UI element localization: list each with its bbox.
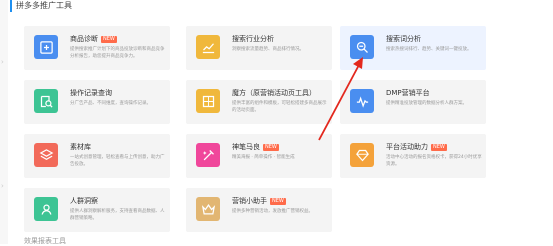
tool-card-title-text: 神笔马良: [232, 143, 260, 151]
tool-card-title: 搜索词分析: [386, 35, 421, 44]
tool-card-description: 提供搜索推广计划下的商品投放诊断和商品竞争分析报告，助您提升商品竞争力。: [70, 47, 165, 59]
new-badge: NEW: [431, 144, 447, 151]
tool-card[interactable]: 素材库一站式创意管理，轻松查看与上传创意，助力广告投放。: [24, 134, 170, 178]
trend-chart-icon: [196, 35, 220, 59]
new-badge: NEW: [101, 36, 117, 43]
left-rail: › ›: [0, 0, 8, 244]
tool-card-title: 搜索行业分析: [232, 35, 274, 44]
tool-card[interactable]: 平台活动助力 NEW 活动中心活动的报名资格权卡，获得24小时优享资源。: [340, 134, 486, 178]
diamond-icon: [350, 143, 374, 167]
rubik-cube-icon: [196, 89, 220, 113]
tool-card-description: 搜索热搜词排行、趋势、关键词一键投放。: [386, 47, 472, 52]
layers-icon: [34, 143, 58, 167]
tool-card-title-text: 操作记录查询: [70, 89, 112, 97]
new-badge: NEW: [270, 198, 286, 205]
tool-card-title-text: 营销小助手: [232, 197, 267, 205]
diagnosis-icon: [34, 35, 58, 59]
tool-card-description: 分广告产品、不同维度，查询操作记录。: [70, 101, 151, 106]
tool-card-title: 神笔马良 NEW: [232, 143, 279, 152]
tool-card-title-text: 搜索行业分析: [232, 35, 274, 43]
tool-card-title: 人群洞察: [70, 197, 98, 206]
tool-card-title-text: 素材库: [70, 143, 91, 151]
magic-brush-icon: [196, 143, 220, 167]
footer-text: 效果报表工具: [24, 237, 66, 245]
record-search-icon: [34, 89, 58, 113]
tool-card-description: 提供人群洞察解析服务，支持查看商品数据、人群营销策略。: [70, 209, 165, 221]
tool-card-title: 魔方（原营销活动页工具）: [232, 89, 316, 98]
tool-card-title: 操作记录查询: [70, 89, 112, 98]
tool-card[interactable]: 搜索行业分析洞察搜索流量趋势、商品排行情况。: [186, 26, 332, 70]
tool-card[interactable]: 营销小助手 NEW 提供多种营销活动，发放推广营销权益。: [186, 188, 332, 232]
tool-card-description: 提供精准投放管理的数据分析人群方案。: [386, 101, 467, 106]
new-badge: NEW: [263, 144, 279, 151]
tool-card-title-text: 商品诊断: [70, 35, 98, 43]
tool-card[interactable]: 神笔马良 NEW 精美海报 · 简单操作 · 智能生成: [186, 134, 332, 178]
tool-card-description: 一站式创意管理，轻松查看与上传创意，助力广告投放。: [70, 155, 165, 167]
tool-card-description: 活动中心活动的报名资格权卡，获得24小时优享资源。: [386, 155, 482, 167]
tool-card-title: DMP营销平台: [386, 89, 430, 98]
tool-card-title-text: 人群洞察: [70, 197, 98, 205]
chevron-right-icon[interactable]: ›: [1, 58, 4, 66]
tool-card-title-text: 平台活动助力: [386, 143, 428, 151]
tool-card-title: 素材库: [70, 143, 91, 152]
tool-card-description: 提供丰富的组件和模板，可轻松搭建多商品展示的活动页面。: [232, 101, 327, 113]
chevron-right-icon[interactable]: ›: [1, 182, 4, 190]
tool-card-title: 平台活动助力 NEW: [386, 143, 447, 152]
tool-card[interactable]: 搜索词分析搜索热搜词排行、趋势、关键词一键投放。: [340, 26, 486, 70]
tool-card-description: 精美海报 · 简单操作 · 智能生成: [232, 155, 295, 160]
tool-card-title: 商品诊断 NEW: [70, 35, 117, 44]
pulse-chart-icon: [350, 89, 374, 113]
person-insight-icon: [34, 197, 58, 221]
tool-card-title: 营销小助手 NEW: [232, 197, 286, 206]
section-title: 拼多多推广工具: [10, 0, 72, 12]
tool-card[interactable]: DMP营销平台提供精准投放管理的数据分析人群方案。: [340, 80, 486, 124]
tool-card-description: 提供多种营销活动，发放推广营销权益。: [232, 209, 313, 214]
crown-icon: [196, 197, 220, 221]
search-analysis-icon: [350, 35, 374, 59]
tool-card[interactable]: 商品诊断 NEW 提供搜索推广计划下的商品投放诊断和商品竞争分析报告，助您提升商品竞…: [24, 26, 170, 70]
tool-card-title-text: 魔方（原营销活动页工具）: [232, 89, 316, 97]
tool-card[interactable]: 人群洞察提供人群洞察解析服务，支持查看商品数据、人群营销策略。: [24, 188, 170, 232]
tool-card[interactable]: 操作记录查询分广告产品、不同维度，查询操作记录。: [24, 80, 170, 124]
tool-card-title-text: DMP营销平台: [386, 89, 430, 97]
tool-card[interactable]: 魔方（原营销活动页工具） 提供丰富的组件和模板，可轻松搭建多商品展示的活动页面。: [186, 80, 332, 124]
tool-card-title-text: 搜索词分析: [386, 35, 421, 43]
tool-card-description: 洞察搜索流量趋势、商品排行情况。: [232, 47, 304, 52]
